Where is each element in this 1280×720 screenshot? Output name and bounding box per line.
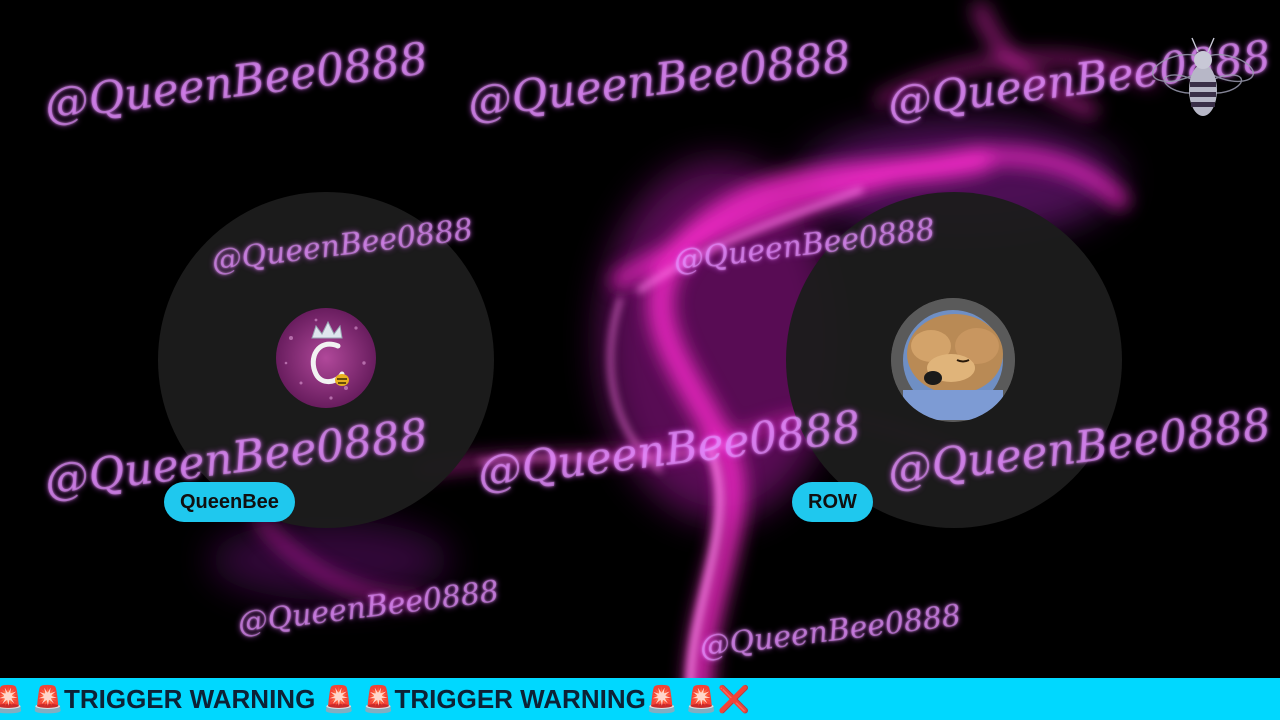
ticker-text: 🚨 🚨TRIGGER WARNING 🚨 🚨TRIGGER WARNING🚨 🚨… [0, 684, 751, 714]
dog-photo-avatar-icon [891, 298, 1015, 422]
row-avatar [891, 298, 1015, 422]
participant-name-row: ROW [792, 482, 873, 522]
queenbee-avatar [276, 308, 376, 408]
crown-letter-avatar-icon [276, 308, 376, 408]
bee-logo-icon [1151, 37, 1255, 116]
ticker-bar: 🚨 🚨TRIGGER WARNING 🚨 🚨TRIGGER WARNING🚨 🚨… [0, 678, 1280, 720]
participant-name-queenbee: QueenBee [164, 482, 295, 522]
